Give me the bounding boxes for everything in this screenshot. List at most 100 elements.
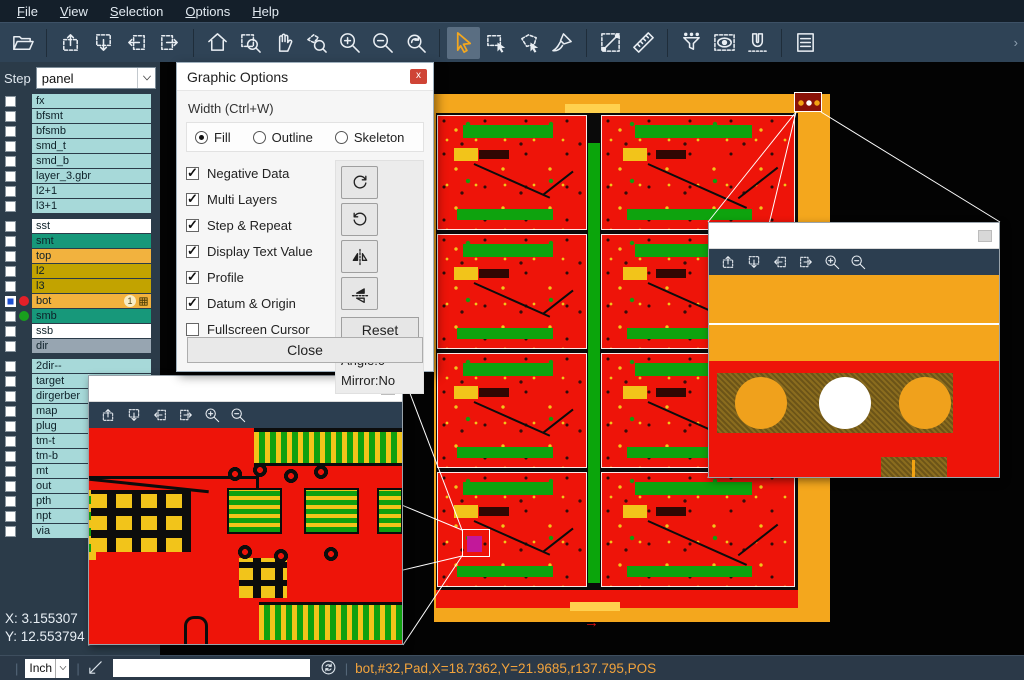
filter-icon[interactable] — [675, 27, 708, 59]
layer-row-2dir--[interactable]: 2dir-- — [0, 359, 160, 373]
zoom-in-icon[interactable] — [819, 251, 845, 273]
magnifier-window-right[interactable] — [708, 222, 1000, 478]
zoom-out-icon[interactable] — [225, 404, 251, 426]
layer-row-l3[interactable]: l3 — [0, 279, 160, 293]
layer-checkbox[interactable] — [5, 141, 16, 152]
layer-checkbox[interactable] — [5, 526, 16, 537]
pan-right-icon[interactable] — [153, 27, 186, 59]
layer-label[interactable]: smd_b — [32, 154, 151, 168]
radio-skeleton[interactable]: Skeleton — [335, 130, 405, 145]
window-button-icon[interactable] — [978, 230, 992, 242]
layer-row-bfsmb[interactable]: bfsmb — [0, 124, 160, 138]
layer-checkbox[interactable] — [5, 511, 16, 522]
option-display-text-value[interactable]: Display Text Value — [186, 238, 335, 264]
pcb-board[interactable] — [601, 115, 795, 230]
preview-eye-icon[interactable] — [708, 27, 741, 59]
option-datum-origin[interactable]: Datum & Origin — [186, 290, 335, 316]
layer-checkbox[interactable] — [5, 201, 16, 212]
pan-right-icon[interactable] — [793, 251, 819, 273]
layer-checkbox[interactable] — [5, 451, 16, 462]
menu-item-options[interactable]: Options — [174, 2, 241, 21]
zoom-previous-icon[interactable] — [399, 27, 432, 59]
magnifier-window-left[interactable] — [88, 375, 403, 645]
zoom-target-right[interactable] — [794, 92, 822, 112]
layer-row-dir[interactable]: dir — [0, 339, 160, 353]
pcb-board[interactable] — [437, 234, 587, 349]
checkbox-icon[interactable] — [186, 271, 199, 284]
checkbox-icon[interactable] — [186, 297, 199, 310]
radio-icon[interactable] — [253, 131, 266, 144]
rotate-cw-icon[interactable] — [341, 166, 378, 199]
layer-row-layer_3.gbr[interactable]: layer_3.gbr — [0, 169, 160, 183]
snap-magnet-icon[interactable] — [741, 27, 774, 59]
layer-row-fx[interactable]: fx — [0, 94, 160, 108]
menu-item-view[interactable]: View — [49, 2, 99, 21]
layer-checkbox[interactable] — [5, 311, 16, 322]
layer-row-smt[interactable]: smt — [0, 234, 160, 248]
layer-label[interactable]: ssb — [32, 324, 151, 338]
radio-fill[interactable]: Fill — [195, 130, 231, 145]
rotate-ccw-icon[interactable] — [341, 203, 378, 236]
layer-label[interactable]: bot1 — [32, 294, 151, 308]
pan-down-icon[interactable] — [87, 27, 120, 59]
layer-label[interactable]: 2dir-- — [32, 359, 151, 373]
zoom-drag-icon[interactable] — [300, 27, 333, 59]
zoom-out-icon[interactable] — [366, 27, 399, 59]
pan-right-icon[interactable] — [173, 404, 199, 426]
magnifier-right-view[interactable] — [709, 275, 999, 477]
layer-label[interactable]: l3+1 — [32, 199, 151, 213]
checkbox-icon[interactable] — [186, 219, 199, 232]
layer-label[interactable]: smd_t — [32, 139, 151, 153]
pan-up-icon[interactable] — [95, 404, 121, 426]
step-select[interactable]: panel — [36, 67, 156, 89]
zoom-in-icon[interactable] — [333, 27, 366, 59]
checkbox-icon[interactable] — [186, 193, 199, 206]
layer-checkbox[interactable] — [5, 376, 16, 387]
ruler-icon[interactable] — [627, 27, 660, 59]
checkbox-icon[interactable] — [186, 245, 199, 258]
layer-checkbox[interactable] — [5, 281, 16, 292]
pan-left-icon[interactable] — [120, 27, 153, 59]
layer-checkbox[interactable] — [5, 186, 16, 197]
checkbox-icon[interactable] — [186, 167, 199, 180]
option-step-repeat[interactable]: Step & Repeat — [186, 212, 335, 238]
layer-row-ssb[interactable]: ssb — [0, 324, 160, 338]
pan-hand-icon[interactable] — [267, 27, 300, 59]
layer-checkbox[interactable] — [5, 391, 16, 402]
layer-label[interactable]: layer_3.gbr — [32, 169, 151, 183]
chevron-down-icon[interactable] — [137, 68, 155, 88]
layer-checkbox[interactable] — [5, 111, 16, 122]
layer-checkbox[interactable] — [5, 96, 16, 107]
checkbox-icon[interactable] — [186, 323, 199, 336]
radio-icon[interactable] — [195, 131, 208, 144]
unit-select[interactable]: Inch — [25, 659, 69, 678]
pan-down-icon[interactable] — [741, 251, 767, 273]
layer-row-bfsmt[interactable]: bfsmt — [0, 109, 160, 123]
select-cursor-icon[interactable] — [447, 27, 480, 59]
brush-icon[interactable] — [546, 27, 579, 59]
layer-row-l2[interactable]: l2 — [0, 264, 160, 278]
layer-checkbox[interactable] — [5, 361, 16, 372]
magnifier-left-view[interactable] — [89, 428, 402, 644]
layer-label[interactable]: l2+1 — [32, 184, 151, 198]
mirror-horizontal-icon[interactable] — [341, 277, 378, 310]
measure-diagonal-icon[interactable] — [594, 27, 627, 59]
option-multi-layers[interactable]: Multi Layers — [186, 186, 335, 212]
report-icon[interactable] — [789, 27, 822, 59]
layer-row-bot[interactable]: bot1 — [0, 294, 160, 308]
layer-checkbox[interactable] — [5, 236, 16, 247]
layer-row-l2+1[interactable]: l2+1 — [0, 184, 160, 198]
layer-checkbox[interactable] — [5, 266, 16, 277]
menu-item-help[interactable]: Help — [241, 2, 290, 21]
pan-left-icon[interactable] — [767, 251, 793, 273]
option-negative-data[interactable]: Negative Data — [186, 160, 335, 186]
layer-checkbox[interactable] — [5, 156, 16, 167]
layer-label[interactable]: bfsmt — [32, 109, 151, 123]
mirror-vertical-icon[interactable] — [341, 240, 378, 273]
radio-outline[interactable]: Outline — [253, 130, 313, 145]
pcb-board[interactable] — [437, 115, 587, 230]
layer-row-smb[interactable]: smb — [0, 309, 160, 323]
zoom-in-icon[interactable] — [199, 404, 225, 426]
command-input[interactable] — [113, 659, 310, 677]
layer-checkbox[interactable] — [5, 421, 16, 432]
